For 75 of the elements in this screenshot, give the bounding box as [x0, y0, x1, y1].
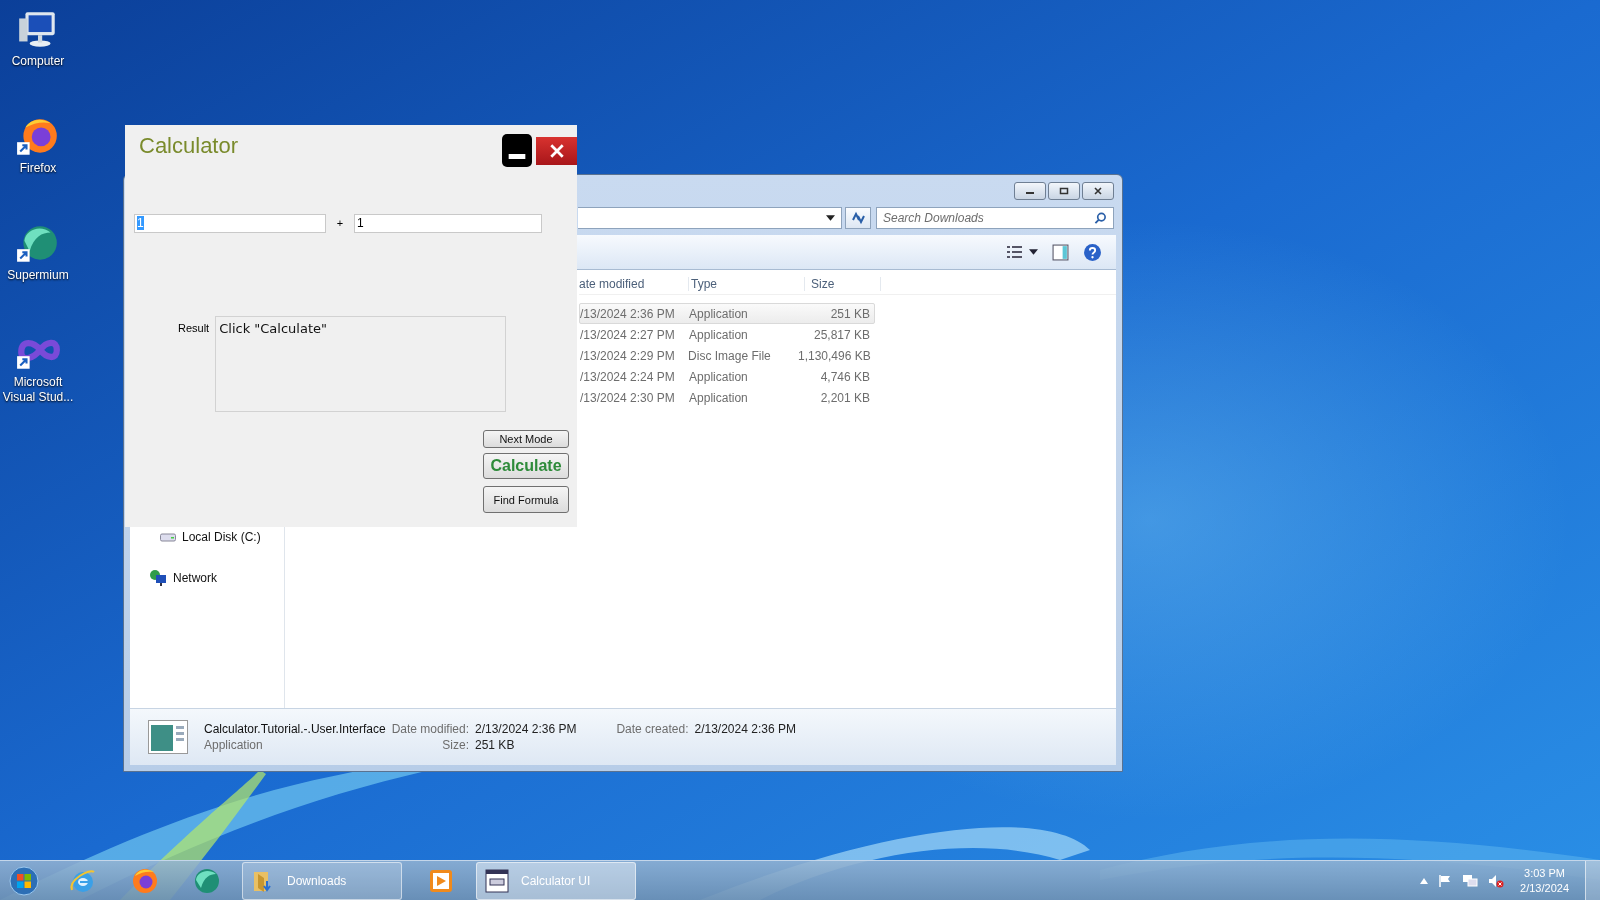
table-cell-text: Application — [688, 390, 749, 405]
nav-item[interactable]: Local Disk (C:) — [182, 530, 261, 544]
address-bar[interactable] — [578, 207, 842, 229]
result-label: Result — [178, 322, 210, 334]
table-cell-text: /13/2024 2:36 PM — [580, 306, 676, 321]
property-label: Size: — [441, 738, 469, 752]
file-name: Calculator.Tutorial.-.User.Interface — [204, 722, 386, 736]
minimize-button[interactable] — [502, 134, 532, 167]
dropdown-arrow-icon — [1029, 249, 1038, 255]
file-row[interactable]: /13/2024 2:36 PM Application 251 KB — [579, 303, 875, 324]
search-icon — [1094, 211, 1107, 225]
window-title: Calculator — [139, 133, 240, 159]
file-type: Application — [204, 738, 264, 752]
minimize-button[interactable] — [1014, 182, 1046, 200]
window-icon — [485, 868, 509, 893]
input-field[interactable]: 1 — [354, 213, 542, 233]
windows-logo-icon — [9, 865, 39, 896]
table-cell-text: 4,746 KB — [819, 369, 871, 384]
table-cell-text: Application — [688, 369, 749, 384]
flag-icon[interactable] — [1438, 873, 1453, 888]
table-cell-text: 25,817 KB — [812, 327, 871, 342]
maximize-button[interactable] — [1048, 182, 1080, 200]
column-header[interactable]: Type — [689, 277, 805, 291]
close-button[interactable] — [1082, 182, 1114, 200]
refresh-button[interactable] — [845, 207, 871, 229]
property-value: 2/13/2024 2:36 PM — [475, 722, 577, 736]
column-header[interactable]: ate modified — [579, 277, 689, 291]
file-row[interactable]: /13/2024 2:29 PM Disc Image File 1,130,496 KB — [579, 345, 875, 366]
table-cell-text: Application — [688, 306, 749, 321]
speaker-muted-icon[interactable] — [1488, 873, 1505, 888]
file-row[interactable]: /13/2024 2:27 PM Application 25,817 KB — [579, 324, 875, 345]
action-button[interactable]: Next Mode — [483, 430, 569, 448]
network-status-icon[interactable] — [1462, 873, 1479, 888]
network-icon — [149, 569, 167, 587]
table-cell-text: /13/2024 2:24 PM — [580, 369, 676, 384]
close-button[interactable] — [536, 137, 577, 165]
property-label: Date created: — [615, 722, 689, 736]
table-cell-text: Disc Image File — [687, 348, 772, 363]
show-hidden-icons-icon[interactable] — [1420, 877, 1429, 884]
table-cell-text: /13/2024 2:30 PM — [580, 390, 676, 405]
help-icon — [1083, 242, 1102, 262]
file-row[interactable]: /13/2024 2:30 PM Application 2,201 KB — [579, 387, 875, 408]
desktop-icon-label[interactable]: Firefox — [0, 161, 78, 176]
property-value: 251 KB — [475, 738, 516, 752]
property-label: Date modified: — [391, 722, 469, 736]
result-box: Click "Calculate" — [215, 316, 507, 412]
calculate-button[interactable]: Calculate — [483, 453, 569, 479]
dropdown-arrow-icon — [826, 215, 835, 221]
action-button[interactable]: Find Formula — [483, 486, 569, 513]
application-icon — [148, 720, 188, 754]
desktop-icon-label[interactable]: Supermium — [0, 268, 78, 283]
view-options-button[interactable] — [1007, 245, 1038, 259]
table-cell-text: Application — [688, 327, 749, 342]
operator-label: + — [335, 217, 345, 229]
close-icon — [548, 143, 565, 159]
close-icon — [1093, 186, 1103, 196]
table-cell-text: 1,130,496 KB — [798, 348, 872, 363]
preview-pane-icon — [1052, 243, 1069, 261]
desktop-icon-label[interactable]: Microsoft Visual Stud... — [0, 375, 78, 405]
table-cell-text: 2,201 KB — [819, 390, 871, 405]
column-header[interactable]: Size — [805, 277, 881, 291]
property-value: 2/13/2024 2:36 PM — [694, 722, 796, 736]
preview-pane-button[interactable] — [1052, 243, 1069, 261]
list-view-icon — [1007, 245, 1023, 259]
drive-icon — [160, 532, 176, 542]
table-cell-text: 251 KB — [829, 306, 871, 321]
minimize-icon — [508, 154, 526, 159]
table-cell-text: /13/2024 2:29 PM — [580, 348, 676, 363]
help-button[interactable] — [1083, 242, 1102, 262]
nav-item[interactable]: Network — [173, 571, 217, 585]
restore-icon — [1059, 186, 1069, 196]
search-field[interactable]: Search Downloads — [876, 207, 1114, 229]
table-cell-text: /13/2024 2:27 PM — [580, 327, 676, 342]
desktop-icon-label[interactable]: Computer — [0, 54, 78, 69]
file-row[interactable]: /13/2024 2:24 PM Application 4,746 KB — [579, 366, 875, 387]
